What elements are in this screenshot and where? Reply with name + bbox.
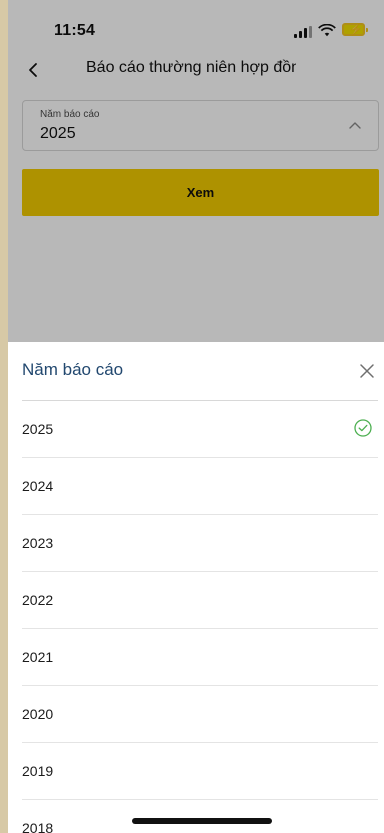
year-item-label: 2024: [22, 478, 54, 494]
year-item-label: 2022: [22, 592, 54, 608]
year-picker-sheet: Năm báo cáo 2025 2024 2023 2022 2021 202…: [8, 342, 384, 833]
year-item-label: 2019: [22, 763, 54, 779]
year-list-item[interactable]: 2022: [8, 572, 384, 629]
year-list-item[interactable]: 2025: [8, 401, 384, 458]
sheet-title: Năm báo cáo: [22, 360, 124, 379]
year-list-item[interactable]: 2024: [8, 458, 384, 515]
year-list: 2025 2024 2023 2022 2021 2020 2019 2018: [8, 401, 384, 833]
close-icon: [360, 364, 374, 378]
year-item-label: 2023: [22, 535, 54, 551]
year-list-item[interactable]: 2020: [8, 686, 384, 743]
modal-overlay[interactable]: [8, 0, 384, 342]
close-button[interactable]: [356, 360, 378, 382]
year-list-item[interactable]: 2021: [8, 629, 384, 686]
year-item-label: 2018: [22, 820, 54, 833]
year-list-item[interactable]: 2023: [8, 515, 384, 572]
year-item-label: 2020: [22, 706, 54, 722]
year-item-label: 2021: [22, 649, 54, 665]
home-indicator[interactable]: [132, 818, 272, 824]
year-item-label: 2025: [22, 421, 54, 437]
sheet-header: Năm báo cáo: [8, 342, 384, 401]
phone-screen: 11:54 ⚡ Báo cáo thường niên hợp đồn... N…: [8, 0, 384, 833]
year-list-item[interactable]: 2019: [8, 743, 384, 800]
check-circle-icon: [354, 419, 372, 437]
year-list-item[interactable]: 2018: [8, 800, 384, 833]
